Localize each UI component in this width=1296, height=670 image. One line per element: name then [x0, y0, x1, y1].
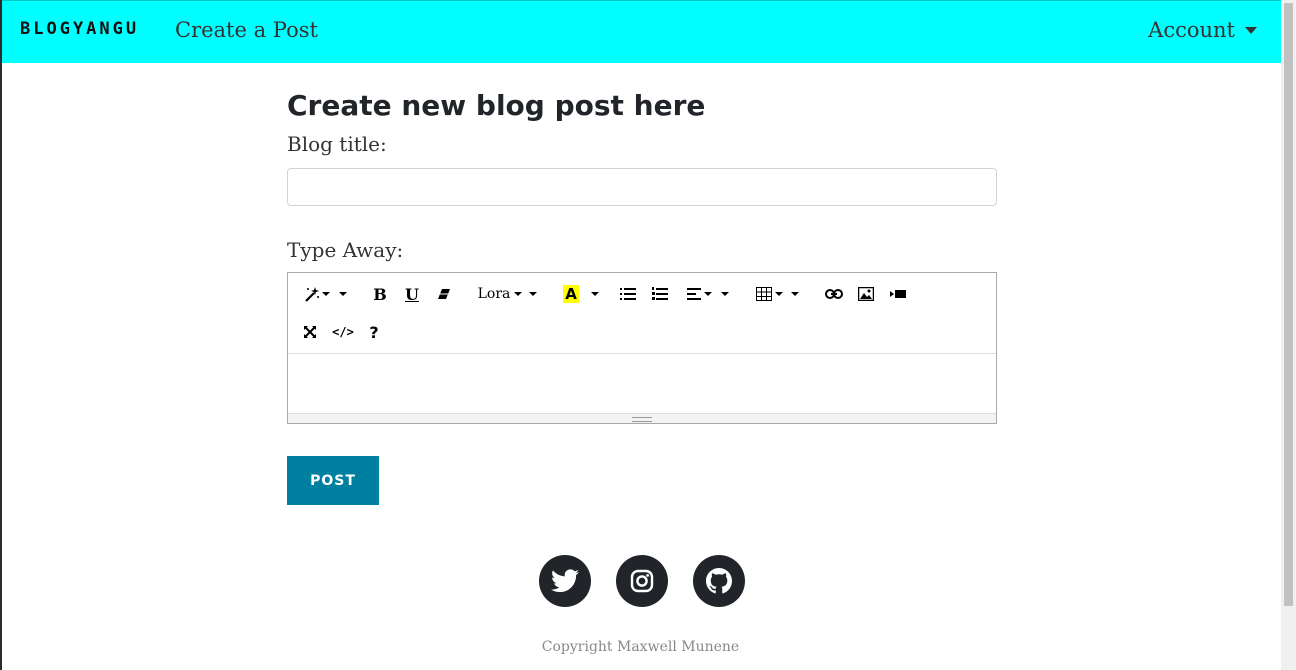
social-links: [539, 555, 745, 607]
editor-resize-handle[interactable]: [288, 413, 996, 423]
type-away-label: Type Away:: [287, 238, 404, 262]
code-view-icon[interactable]: </>: [330, 320, 356, 344]
account-dropdown[interactable]: Account: [1148, 18, 1257, 42]
post-button[interactable]: POST: [287, 456, 379, 505]
account-label: Account: [1148, 18, 1235, 42]
fullscreen-icon[interactable]: [300, 320, 320, 344]
twitter-icon[interactable]: [539, 555, 591, 607]
brand-logo[interactable]: BLOGYANGU: [20, 19, 139, 39]
editor-toolbar: B U Lora A </> ?: [288, 273, 996, 354]
font-name: Lora: [477, 286, 511, 302]
video-icon[interactable]: [888, 282, 908, 306]
bold-icon[interactable]: B: [370, 282, 390, 306]
underline-icon[interactable]: U: [402, 282, 422, 306]
highlight-icon[interactable]: A: [562, 282, 580, 306]
unordered-list-icon[interactable]: [618, 282, 638, 306]
chevron-down-icon: [1245, 26, 1257, 34]
paragraph-dropdown-caret[interactable]: [720, 282, 730, 306]
font-size-dropdown-caret[interactable]: [528, 282, 538, 306]
picture-icon[interactable]: [856, 282, 876, 306]
table-icon[interactable]: [754, 282, 784, 306]
align-icon[interactable]: [684, 282, 714, 306]
font-family-dropdown[interactable]: Lora: [477, 282, 523, 306]
blog-title-input[interactable]: [287, 168, 997, 206]
blog-title-label: Blog title:: [287, 132, 387, 156]
github-icon[interactable]: [693, 555, 745, 607]
instagram-icon[interactable]: [616, 555, 668, 607]
navbar: BLOGYANGU Create a Post Account: [2, 0, 1281, 63]
scrollbar-thumb[interactable]: [1284, 3, 1293, 606]
main-content: Create new blog post here Blog title: Ty…: [287, 86, 997, 505]
magic-dropdown-caret[interactable]: [322, 282, 330, 306]
window-edge: [0, 0, 2, 670]
style-dropdown-caret[interactable]: [338, 282, 348, 306]
page-title: Create new blog post here: [287, 89, 706, 122]
ordered-list-icon[interactable]: [650, 282, 670, 306]
footer-copyright: Copyright Maxwell Munene: [541, 639, 740, 655]
help-icon[interactable]: ?: [364, 320, 384, 344]
color-dropdown-caret[interactable]: [590, 282, 600, 306]
grip-icon: [632, 417, 652, 422]
eraser-icon[interactable]: [434, 282, 454, 306]
editor-content-area[interactable]: [288, 354, 996, 414]
rich-text-editor: B U Lora A </> ?: [287, 272, 997, 424]
table-options-caret[interactable]: [790, 282, 800, 306]
scrollbar[interactable]: [1281, 0, 1296, 670]
link-icon[interactable]: [824, 282, 844, 306]
create-post-link[interactable]: Create a Post: [175, 18, 318, 42]
magic-icon[interactable]: [300, 282, 324, 306]
